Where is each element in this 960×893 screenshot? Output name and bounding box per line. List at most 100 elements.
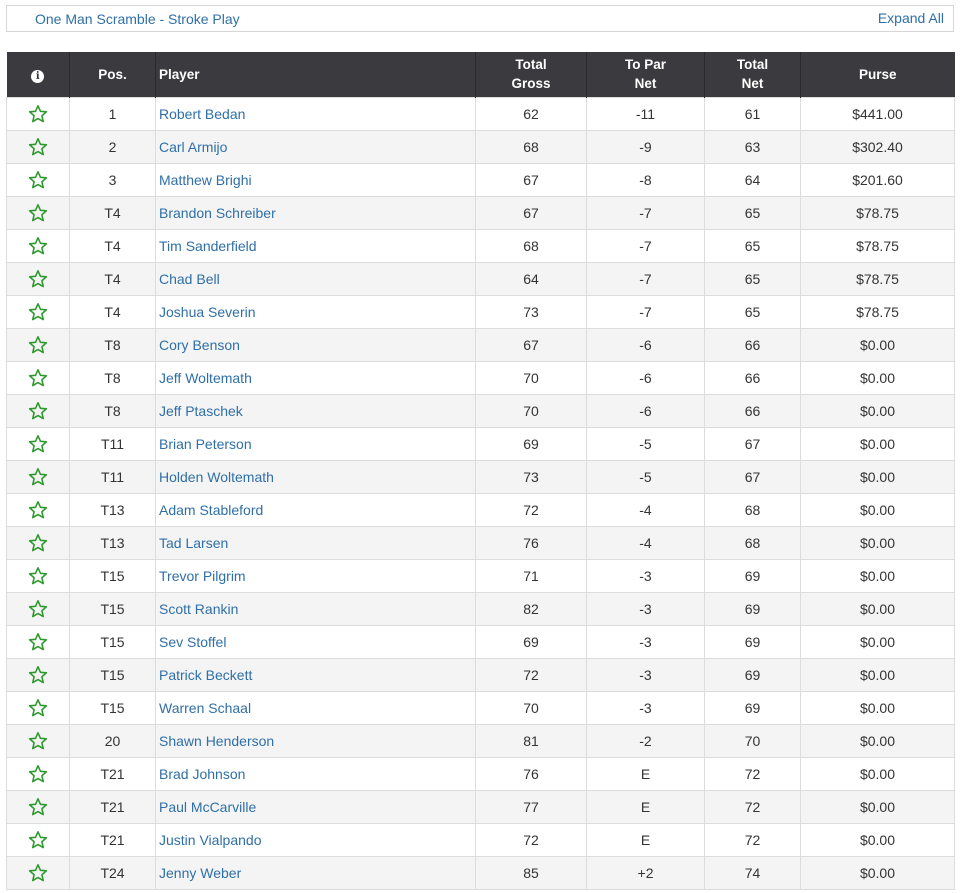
player-name-link[interactable]: Joshua Severin	[159, 304, 256, 320]
leaderboard-title-link[interactable]: One Man Scramble - Stroke Play	[35, 11, 240, 27]
star-outline-icon[interactable]	[28, 599, 48, 619]
player-cell: Matthew Brighi	[155, 162, 476, 197]
to-par-net-cell: -8	[586, 162, 705, 197]
star-outline-icon[interactable]	[28, 368, 48, 388]
table-row[interactable]: T15 Scott Rankin 82 -3 69 $0.00	[6, 591, 955, 626]
total-net-cell: 64	[704, 162, 801, 197]
star-outline-icon[interactable]	[28, 500, 48, 520]
table-row[interactable]: T11 Brian Peterson 69 -5 67 $0.00	[6, 426, 955, 461]
info-column-header[interactable]: i	[6, 52, 70, 97]
to-par-net-column-header[interactable]: To Par Net	[586, 52, 705, 97]
table-row[interactable]: T11 Holden Woltemath 73 -5 67 $0.00	[6, 459, 955, 494]
table-row[interactable]: T24 Jenny Weber 85 +2 74 $0.00	[6, 855, 955, 890]
star-outline-icon[interactable]	[28, 137, 48, 157]
star-outline-icon[interactable]	[28, 269, 48, 289]
table-row[interactable]: 1 Robert Bedan 62 -11 61 $441.00	[6, 96, 955, 131]
total-net-column-header[interactable]: Total Net	[704, 52, 801, 97]
table-row[interactable]: T21 Brad Johnson 76 E 72 $0.00	[6, 756, 955, 791]
position-cell: T15	[69, 558, 156, 593]
star-outline-icon[interactable]	[28, 401, 48, 421]
star-outline-icon[interactable]	[28, 302, 48, 322]
star-outline-icon[interactable]	[28, 830, 48, 850]
star-outline-icon[interactable]	[28, 764, 48, 784]
table-row[interactable]: T15 Sev Stoffel 69 -3 69 $0.00	[6, 624, 955, 659]
player-name-link[interactable]: Tim Sanderfield	[159, 238, 257, 254]
table-row[interactable]: T8 Jeff Woltemath 70 -6 66 $0.00	[6, 360, 955, 395]
table-row[interactable]: 20 Shawn Henderson 81 -2 70 $0.00	[6, 723, 955, 758]
player-name-link[interactable]: Sev Stoffel	[159, 634, 226, 650]
player-name-link[interactable]: Matthew Brighi	[159, 172, 252, 188]
table-row[interactable]: T15 Patrick Beckett 72 -3 69 $0.00	[6, 657, 955, 692]
player-name-link[interactable]: Holden Woltemath	[159, 469, 274, 485]
table-row[interactable]: T8 Jeff Ptaschek 70 -6 66 $0.00	[6, 393, 955, 428]
star-outline-icon[interactable]	[28, 632, 48, 652]
table-row[interactable]: T21 Paul McCarville 77 E 72 $0.00	[6, 789, 955, 824]
player-name-link[interactable]: Brandon Schreiber	[159, 205, 276, 221]
expand-all-link[interactable]: Expand All	[878, 10, 944, 26]
player-name-link[interactable]: Scott Rankin	[159, 601, 238, 617]
player-cell: Chad Bell	[155, 261, 476, 296]
player-name-link[interactable]: Cory Benson	[159, 337, 240, 353]
table-row[interactable]: T13 Adam Stableford 72 -4 68 $0.00	[6, 492, 955, 527]
player-name-link[interactable]: Jeff Woltemath	[159, 370, 252, 386]
table-row[interactable]: T4 Tim Sanderfield 68 -7 65 $78.75	[6, 228, 955, 263]
player-name-link[interactable]: Adam Stableford	[159, 502, 263, 518]
player-name-link[interactable]: Paul McCarville	[159, 799, 256, 815]
player-name-link[interactable]: Jenny Weber	[159, 865, 241, 881]
favorite-cell	[6, 162, 70, 197]
table-row[interactable]: T21 Justin Vialpando 72 E 72 $0.00	[6, 822, 955, 857]
table-row[interactable]: T4 Joshua Severin 73 -7 65 $78.75	[6, 294, 955, 329]
star-outline-icon[interactable]	[28, 797, 48, 817]
star-outline-icon[interactable]	[28, 236, 48, 256]
player-name-link[interactable]: Robert Bedan	[159, 106, 245, 122]
star-outline-icon[interactable]	[28, 434, 48, 454]
player-name-link[interactable]: Patrick Beckett	[159, 667, 252, 683]
player-name-link[interactable]: Shawn Henderson	[159, 733, 274, 749]
total-gross-column-header[interactable]: Total Gross	[475, 52, 587, 97]
star-outline-icon[interactable]	[28, 698, 48, 718]
purse-cell: $0.00	[800, 624, 955, 659]
star-outline-icon[interactable]	[28, 170, 48, 190]
star-outline-icon[interactable]	[28, 566, 48, 586]
total-gross-cell: 85	[475, 855, 587, 890]
star-outline-icon[interactable]	[28, 335, 48, 355]
star-outline-icon[interactable]	[28, 467, 48, 487]
table-row[interactable]: 2 Carl Armijo 68 -9 63 $302.40	[6, 129, 955, 164]
position-cell: T11	[69, 426, 156, 461]
player-name-link[interactable]: Tad Larsen	[159, 535, 228, 551]
star-outline-icon[interactable]	[28, 863, 48, 883]
purse-cell: $78.75	[800, 261, 955, 296]
table-row[interactable]: T8 Cory Benson 67 -6 66 $0.00	[6, 327, 955, 362]
star-outline-icon[interactable]	[28, 665, 48, 685]
star-outline-icon[interactable]	[28, 203, 48, 223]
favorite-cell	[6, 228, 70, 263]
table-row[interactable]: 3 Matthew Brighi 67 -8 64 $201.60	[6, 162, 955, 197]
info-circle-icon[interactable]: i	[31, 69, 45, 83]
to-par-net-cell: E	[586, 756, 705, 791]
table-row[interactable]: T4 Chad Bell 64 -7 65 $78.75	[6, 261, 955, 296]
player-column-header[interactable]: Player	[155, 52, 476, 97]
total-net-cell: 69	[704, 591, 801, 626]
player-name-link[interactable]: Justin Vialpando	[159, 832, 261, 848]
table-row[interactable]: T15 Trevor Pilgrim 71 -3 69 $0.00	[6, 558, 955, 593]
player-name-link[interactable]: Carl Armijo	[159, 139, 227, 155]
player-name-link[interactable]: Brian Peterson	[159, 436, 252, 452]
purse-column-header[interactable]: Purse	[800, 52, 955, 97]
pos-column-header[interactable]: Pos.	[69, 52, 156, 97]
purse-cell: $441.00	[800, 96, 955, 131]
star-outline-icon[interactable]	[28, 104, 48, 124]
player-name-link[interactable]: Brad Johnson	[159, 766, 245, 782]
player-name-link[interactable]: Jeff Ptaschek	[159, 403, 243, 419]
player-name-link[interactable]: Chad Bell	[159, 271, 220, 287]
table-row[interactable]: T13 Tad Larsen 76 -4 68 $0.00	[6, 525, 955, 560]
player-name-link[interactable]: Warren Schaal	[159, 700, 251, 716]
table-row[interactable]: T4 Brandon Schreiber 67 -7 65 $78.75	[6, 195, 955, 230]
table-row[interactable]: T15 Warren Schaal 70 -3 69 $0.00	[6, 690, 955, 725]
leaderboard-topbar: One Man Scramble - Stroke Play Expand Al…	[6, 5, 954, 32]
star-outline-icon[interactable]	[28, 731, 48, 751]
player-cell: Brandon Schreiber	[155, 195, 476, 230]
player-name-link[interactable]: Trevor Pilgrim	[159, 568, 246, 584]
star-outline-icon[interactable]	[28, 533, 48, 553]
favorite-cell	[6, 657, 70, 692]
favorite-cell	[6, 360, 70, 395]
